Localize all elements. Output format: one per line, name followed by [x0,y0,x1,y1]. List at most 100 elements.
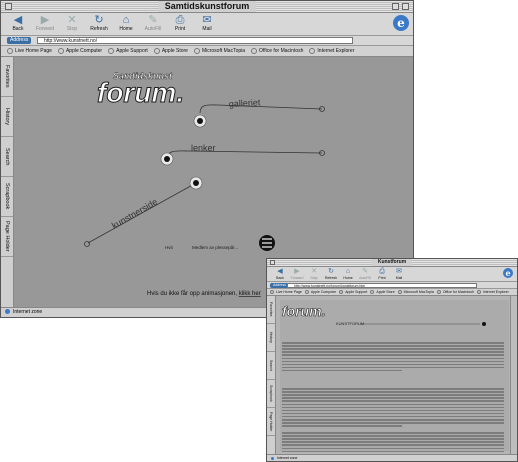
toolbar-label: Home [343,276,353,280]
favorite-link[interactable]: Internet Explorer [476,289,509,295]
w2-back-button[interactable]: ◀ Back [271,268,289,280]
favorite-link[interactable]: Internet Explorer [309,46,354,56]
side-tab-favorites[interactable]: Favorites [267,296,275,324]
nav-button-2[interactable] [482,322,486,326]
close-box[interactable] [5,3,12,10]
footer-link[interactable]: klikk her [239,291,261,297]
favorite-label: Internet Explorer [482,290,509,294]
favorite-icon [153,47,160,54]
print-button[interactable]: ⎙ Print [167,14,193,33]
ie-logo-icon: e [393,15,409,31]
favorite-link[interactable]: Apple Support [108,46,148,56]
address-input[interactable]: http://www.kunstnett.no/ [37,37,353,44]
collapse-box[interactable] [402,3,409,10]
mail-button[interactable]: ✉ Mail [194,14,220,33]
autofill-icon: ✎ [362,268,368,275]
favorite-label: Apple Store [376,290,395,294]
autofill-button[interactable]: ✎ AutoFill [140,14,166,33]
w2-forward-button[interactable]: ▶ Forward [288,268,306,280]
favorite-label: Apple Support [116,48,148,54]
side-tab-search[interactable]: Search [267,352,275,380]
toolbar-label: Print [174,26,186,32]
back-button[interactable]: ◀ Back [5,14,31,33]
favorite-label: Apple Computer [65,48,103,54]
title-bar[interactable]: Samtidskunstforum [1,1,413,13]
article-text-line [282,412,504,415]
favorite-label: Live Home Page [276,290,302,294]
web-content-2: forum. KUNSTFORUM [276,296,517,455]
favorite-link[interactable]: Apple Support [339,289,367,295]
galleriet-link[interactable]: galleriet [229,97,261,109]
lenker-link[interactable]: lenker [191,143,216,153]
article-text-line [282,422,504,424]
mail-icon: ✉ [202,14,212,26]
favorite-link[interactable]: Microsoft MacTopia [397,289,434,295]
article-text-line [282,432,504,434]
address-input-2[interactable]: http://www.kunstnett.no/forum/kunstforum… [287,282,477,288]
toolbar-label: Print [378,276,386,280]
stop-icon: ✕ [67,14,77,26]
toolbar-label: Mail [395,276,403,280]
vertical-scrollbar[interactable] [510,296,517,455]
favorite-link[interactable]: Live Home Page [7,46,52,56]
side-tab-favorites[interactable]: Favorites [1,57,13,97]
side-tab-scrapbook[interactable]: Scrapbook [267,380,275,408]
article-text-line [282,425,402,427]
w2-stop-button[interactable]: ✕ Stop [305,268,323,280]
favorite-link[interactable]: Office for Macintosh [436,289,474,295]
favorite-icon [57,47,64,54]
article-text-line [282,369,402,372]
toolbar-label: Forward [290,276,304,280]
favorite-link[interactable]: Office for Macintosh [251,46,303,56]
refresh-icon: ↻ [328,268,334,275]
small-label-medlem[interactable]: Medlem av plessepår... [192,244,238,250]
w2-home-button[interactable]: ⌂ Home [339,268,357,280]
side-tab-page-holder[interactable]: Page Holder [1,217,13,257]
window-title: Samtidskunstforum [158,1,256,12]
zoom-box[interactable] [392,3,399,10]
close-box-2[interactable] [270,260,275,265]
stop-icon: ✕ [311,268,317,275]
w2-autofill-button[interactable]: ✎ AutoFill [356,268,374,280]
favorite-link[interactable]: Apple Store [153,46,188,56]
stop-button[interactable]: ✕ Stop [59,14,85,33]
toolbar-label: Back [12,26,24,32]
w2-mail-button[interactable]: ✉ Mail [390,268,408,280]
favorite-link[interactable]: Live Home Page [270,289,302,295]
toolbar-label: Refresh [90,26,108,32]
article-text-line [282,342,504,344]
w2-refresh-button[interactable]: ↻ Refresh [322,268,340,280]
window-title-2: Kunstforum [371,259,413,266]
favorite-link[interactable]: Microsoft MacTopia [193,46,245,56]
side-tab-scrapbook[interactable]: Scrapbook [1,177,13,217]
side-tab-search[interactable]: Search [1,137,13,177]
side-tab-page-holder[interactable]: Page Holder [267,408,275,436]
forward-button[interactable]: ▶ Forward [32,14,58,33]
favorite-link[interactable]: Apple Computer [304,289,336,295]
favorite-label: Office for Macintosh [259,48,304,54]
w2-print-button[interactable]: ⎙ Print [373,268,391,280]
address-bar: Address http://www.kunstnett.no/ [1,36,413,46]
article-text-line [282,444,504,446]
favorite-link[interactable]: Apple Store [370,289,395,295]
toolbar-label: Forward [35,26,55,32]
status-text-2: Internet zone [277,456,298,460]
article-text-line [282,345,504,347]
title-bar-2[interactable]: Kunstforum [267,259,517,267]
toolbar-label: AutoFill [359,276,371,280]
article-text-line [282,403,504,406]
article-text-line [282,441,504,443]
favorite-icon [397,290,402,295]
toolbar-label: Home [119,26,133,32]
refresh-button[interactable]: ↻ Refresh [86,14,112,33]
article-text-line [282,400,504,402]
favorite-icon [339,290,344,295]
side-tab-history[interactable]: History [267,324,275,352]
article-text-line [282,409,504,412]
kunstnerside-link[interactable]: kunstnerside [110,197,159,231]
favorite-link[interactable]: Apple Computer [57,46,103,56]
explorer-bar-tabs: Favorites History Search Scrapbook Page Hold… [1,57,14,308]
home-button[interactable]: ⌂ Home [113,14,139,33]
favorite-icon [304,290,309,295]
side-tab-history[interactable]: History [1,97,13,137]
